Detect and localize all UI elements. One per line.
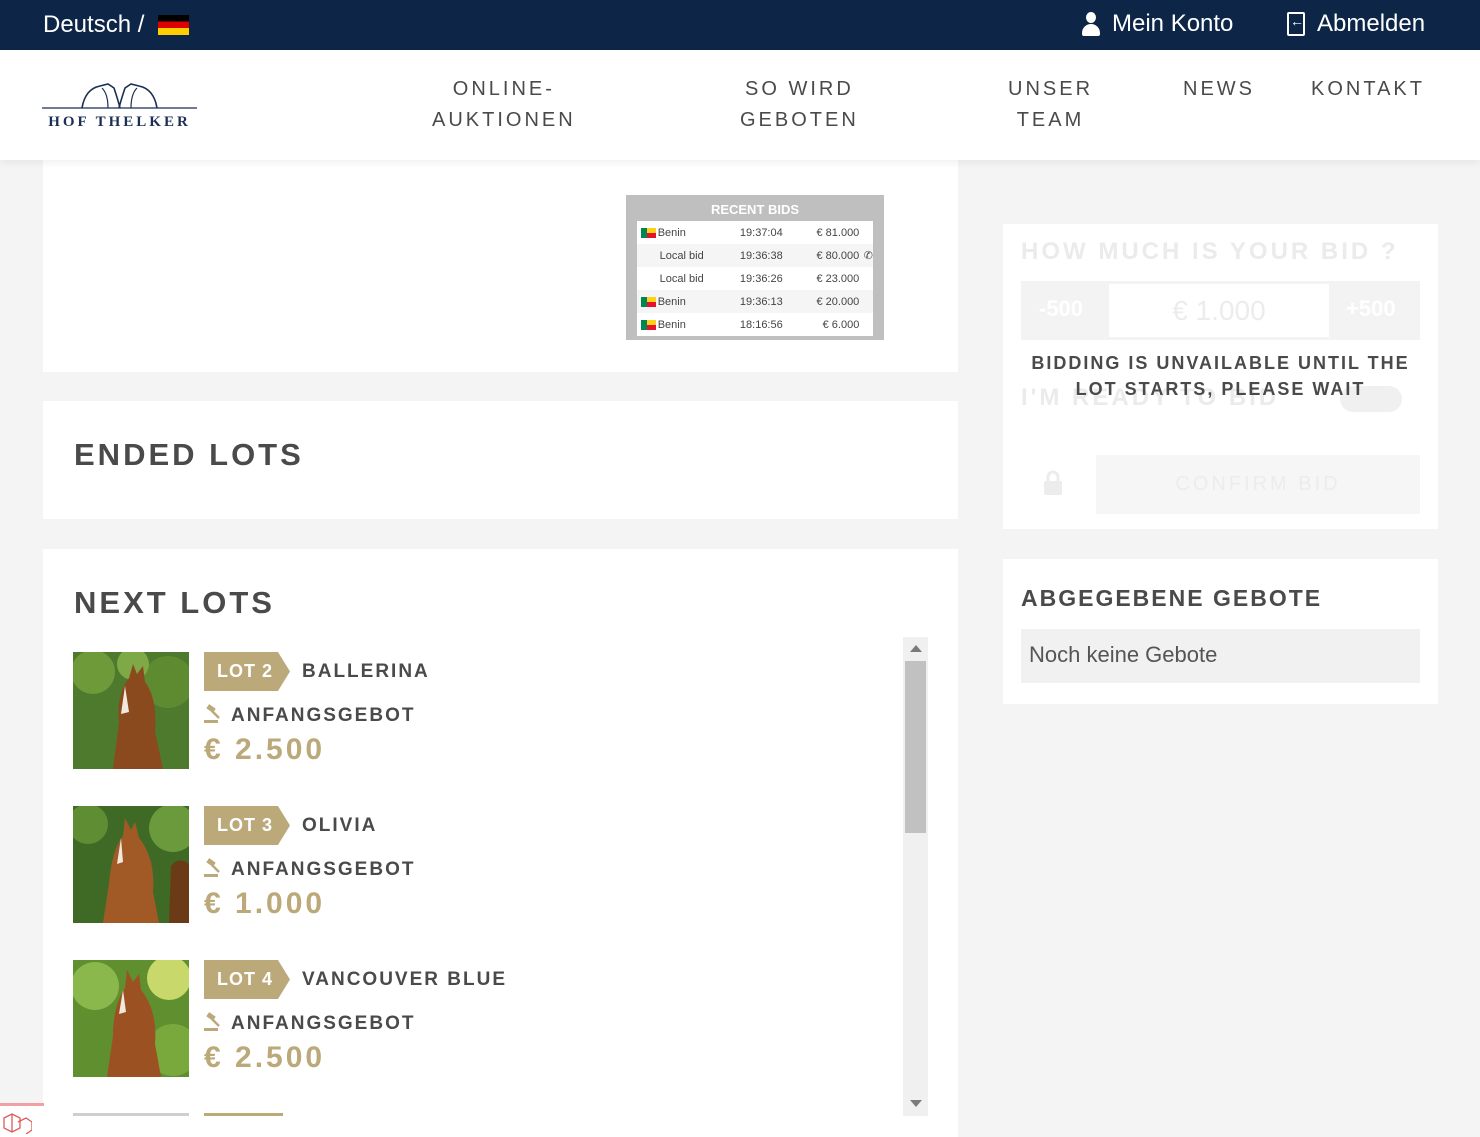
logout-link[interactable]: Abmelden (1287, 10, 1425, 38)
nav-online-auktionen[interactable]: ONLINE- AUKTIONEN (432, 74, 576, 136)
nav-so-wird-geboten[interactable]: SO WIRD GEBOTEN (740, 74, 859, 136)
nav-unser-team[interactable]: UNSER TEAM (1008, 74, 1093, 136)
next-lots-title: NEXT LOTS (74, 585, 275, 620)
lot-card[interactable]: LOT 4 VANCOUVER BLUE ANFANGSGEBOT € 2.50… (73, 960, 893, 1078)
site-header: HOF THELKER ONLINE- AUKTIONEN SO WIRD GE… (0, 50, 1480, 160)
lot-card-partial (73, 1113, 189, 1116)
german-flag-icon[interactable] (158, 15, 190, 35)
nav-label: NEWS (1183, 78, 1255, 100)
bid-time: 19:36:26 (739, 272, 783, 285)
bid-country: Benin (657, 226, 686, 239)
ended-lots-panel: ENDED LOTS (43, 401, 958, 519)
my-account-link[interactable]: Mein Konto (1082, 10, 1233, 38)
recent-bid-row: Local bid 19:36:38 € 80.000 ✆ (637, 244, 873, 267)
phone-icon: ✆ (863, 250, 873, 262)
horse-heads-logo-icon (42, 83, 197, 109)
nav-label: GEBOTEN (740, 109, 859, 131)
logout-label: Abmelden (1317, 10, 1426, 37)
ended-lots-title: ENDED LOTS (74, 437, 304, 472)
recent-bid-row: Benin 19:36:13 € 20.000 (637, 290, 873, 313)
bid-amount: € 81.000 (816, 226, 860, 239)
bid-time: 19:36:13 (739, 295, 783, 308)
confirm-bid-button[interactable]: CONFIRM BID (1096, 455, 1420, 514)
starting-bid-label: ANFANGSGEBOT (231, 859, 416, 880)
nav-label: UNSER (1008, 78, 1094, 100)
placed-bids-panel: ABGEGEBENE GEBOTE Noch keine Gebote (1003, 559, 1438, 704)
bid-panel: HOW MUCH IS YOUR BID ? -500 +500 I'M REA… (1003, 224, 1438, 529)
nav-kontakt[interactable]: KONTAKT (1311, 74, 1425, 105)
nav-news[interactable]: NEWS (1183, 74, 1255, 105)
bid-amount: € 23.000 (816, 272, 860, 285)
message-line: BIDDING IS UNVAILABLE UNTIL THE (1031, 353, 1410, 373)
bid-time: 19:37:04 (739, 226, 783, 239)
bid-amount-input[interactable] (1109, 284, 1329, 337)
gavel-icon (204, 704, 220, 723)
horse-photo[interactable] (73, 652, 189, 769)
bid-stepper: -500 +500 (1021, 281, 1420, 340)
bid-amount: € 80.000 (816, 249, 860, 262)
recent-bid-row: Benin 19:37:04 € 81.000 (637, 221, 873, 244)
language-switcher[interactable]: Deutsch / (43, 11, 190, 39)
language-label[interactable]: Deutsch / (43, 11, 144, 39)
decrease-bid-button[interactable]: -500 (1039, 296, 1083, 322)
top-bar: Deutsch / Mein Konto Abmelden (0, 0, 1480, 50)
lot-card[interactable]: LOT 2 BALLERINA ANFANGSGEBOT € 2.500 (73, 652, 893, 770)
message-line: LOT STARTS, PLEASE WAIT (1075, 379, 1366, 399)
gavel-icon (204, 1012, 220, 1031)
placed-bids-empty: Noch keine Gebote (1021, 629, 1420, 683)
bid-country: Local bid (659, 272, 704, 285)
benin-flag-icon (641, 227, 656, 238)
bid-question: HOW MUCH IS YOUR BID ? (1021, 238, 1399, 265)
lot-number-badge: LOT 2 (204, 652, 290, 691)
my-account-label: Mein Konto (1112, 10, 1234, 37)
recent-bid-row: Local bid 19:36:26 € 23.000 (637, 267, 873, 290)
placed-bids-title: ABGEGEBENE GEBOTE (1021, 585, 1323, 611)
horse-name[interactable]: OLIVIA (302, 815, 377, 837)
bid-amount: € 6.000 (822, 318, 860, 331)
bid-time: 18:16:56 (739, 318, 783, 331)
lot-card[interactable]: LOT 3 OLIVIA ANFANGSGEBOT € 1.000 (73, 806, 893, 924)
starting-bid-price: € 1.000 (204, 887, 326, 920)
horse-photo[interactable] (73, 806, 189, 923)
bid-country: Benin (657, 295, 686, 308)
nav-label: ONLINE- (452, 78, 555, 100)
scroll-down-arrow-icon[interactable] (910, 1100, 922, 1107)
lot-number-badge: LOT 4 (204, 960, 290, 999)
recent-bid-row: Benin 18:16:56 € 6.000 (637, 313, 873, 336)
hof-thelker-logo[interactable]: HOF THELKER (42, 82, 197, 134)
scrollbar-thumb[interactable] (905, 661, 926, 833)
starting-bid-price: € 2.500 (204, 1041, 326, 1074)
lots-scrollbar[interactable] (903, 637, 928, 1116)
starting-bid-price: € 2.500 (204, 733, 326, 766)
lock-icon (1044, 470, 1062, 495)
nav-label: TEAM (1016, 109, 1085, 131)
bid-amount: € 20.000 (816, 295, 860, 308)
gavel-icon (204, 858, 220, 877)
benin-flag-icon (641, 296, 656, 307)
benin-flag-icon (641, 319, 656, 330)
user-icon (1082, 12, 1100, 36)
debug-toolbar-icon[interactable] (0, 1103, 44, 1137)
horse-name[interactable]: VANCOUVER BLUE (302, 969, 507, 991)
nav-label: AUKTIONEN (432, 109, 576, 131)
increase-bid-button[interactable]: +500 (1346, 296, 1396, 322)
horse-name[interactable]: BALLERINA (302, 661, 430, 683)
bid-country: Local bid (659, 249, 704, 262)
nav-label: SO WIRD (745, 78, 854, 100)
bidding-unavailable-message: BIDDING IS UNVAILABLE UNTIL THE LOT STAR… (1003, 350, 1438, 402)
horse-photo[interactable] (73, 960, 189, 1077)
logo-text: HOF THELKER (48, 114, 191, 130)
lot-badge-partial (204, 1113, 283, 1116)
scroll-up-arrow-icon[interactable] (910, 645, 922, 652)
lot-number-badge: LOT 3 (204, 806, 290, 845)
starting-bid-label: ANFANGSGEBOT (231, 705, 416, 726)
nav-label: KONTAKT (1311, 78, 1425, 100)
logout-icon (1287, 12, 1305, 36)
bid-country: Benin (657, 318, 686, 331)
bid-time: 19:36:38 (739, 249, 783, 262)
starting-bid-label: ANFANGSGEBOT (231, 1013, 416, 1034)
recent-bids-title: RECENT BIDS (710, 202, 800, 217)
